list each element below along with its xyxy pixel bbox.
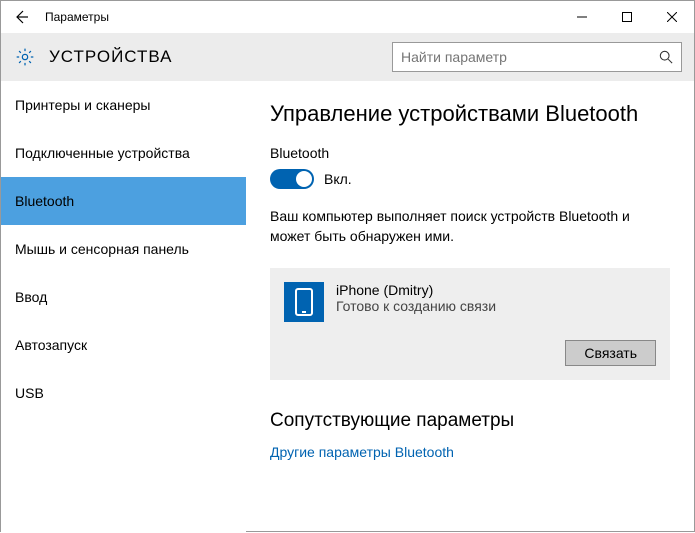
sidebar-item-label: Подключенные устройства	[15, 145, 190, 161]
back-button[interactable]	[1, 1, 41, 33]
sidebar-item-connected-devices[interactable]: Подключенные устройства	[1, 129, 246, 177]
close-icon	[667, 12, 677, 22]
bluetooth-toggle[interactable]	[270, 169, 314, 189]
pair-row: Связать	[284, 340, 656, 366]
sidebar-item-autoplay[interactable]: Автозапуск	[1, 321, 246, 369]
device-text: iPhone (Dmitry) Готово к созданию связи	[336, 282, 496, 314]
device-card[interactable]: iPhone (Dmitry) Готово к созданию связи …	[270, 268, 670, 380]
search-icon	[651, 50, 681, 64]
titlebar: Параметры	[1, 1, 694, 33]
device-name: iPhone (Dmitry)	[336, 282, 496, 298]
minimize-button[interactable]	[559, 1, 604, 33]
other-bluetooth-link[interactable]: Другие параметры Bluetooth	[270, 444, 670, 460]
header: УСТРОЙСТВА	[1, 33, 694, 81]
gear-icon	[15, 47, 35, 67]
main: Принтеры и сканеры Подключенные устройст…	[1, 81, 694, 533]
header-title: УСТРОЙСТВА	[49, 47, 392, 67]
close-button[interactable]	[649, 1, 694, 33]
maximize-button[interactable]	[604, 1, 649, 33]
bluetooth-toggle-row: Вкл.	[270, 169, 670, 189]
arrow-left-icon	[13, 9, 29, 25]
sidebar-item-usb[interactable]: USB	[1, 369, 246, 417]
sidebar-item-label: Автозапуск	[15, 337, 87, 353]
sidebar-item-bluetooth[interactable]: Bluetooth	[1, 177, 246, 225]
device-status: Готово к созданию связи	[336, 298, 496, 314]
bluetooth-label: Bluetooth	[270, 145, 670, 161]
sidebar-item-typing[interactable]: Ввод	[1, 273, 246, 321]
device-header: iPhone (Dmitry) Готово к созданию связи	[284, 282, 656, 322]
pair-button[interactable]: Связать	[565, 340, 656, 366]
toggle-state-label: Вкл.	[324, 171, 352, 187]
maximize-icon	[622, 12, 632, 22]
sidebar-item-mouse[interactable]: Мышь и сенсорная панель	[1, 225, 246, 273]
sidebar-item-label: Bluetooth	[15, 193, 74, 209]
sidebar-item-label: Ввод	[15, 289, 47, 305]
window-title: Параметры	[45, 10, 109, 24]
bluetooth-description: Ваш компьютер выполняет поиск устройств …	[270, 207, 670, 246]
related-title: Сопутствующие параметры	[270, 410, 670, 432]
page-title: Управление устройствами Bluetooth	[270, 101, 670, 127]
sidebar-item-label: USB	[15, 385, 44, 401]
search-box[interactable]	[392, 42, 682, 72]
phone-icon	[284, 282, 324, 322]
sidebar: Принтеры и сканеры Подключенные устройст…	[1, 81, 246, 533]
sidebar-item-label: Мышь и сенсорная панель	[15, 241, 189, 257]
minimize-icon	[577, 12, 587, 22]
sidebar-item-printers[interactable]: Принтеры и сканеры	[1, 81, 246, 129]
search-input[interactable]	[393, 49, 651, 65]
sidebar-item-label: Принтеры и сканеры	[15, 97, 150, 113]
toggle-knob	[296, 171, 312, 187]
content: Управление устройствами Bluetooth Blueto…	[246, 81, 694, 533]
